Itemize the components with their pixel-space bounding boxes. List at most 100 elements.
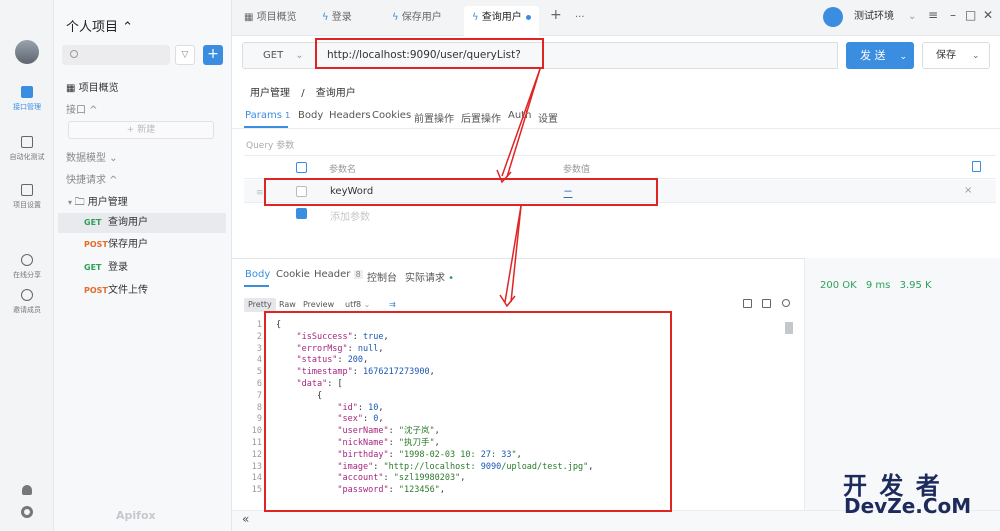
annotation-box	[264, 178, 658, 206]
query-params-label: Query 参数	[246, 141, 295, 151]
watermark: DevZe.CoM	[844, 494, 972, 518]
add-button[interactable]: +	[203, 45, 223, 65]
project-title[interactable]: 个人项目 ⌃	[66, 16, 133, 35]
test-icon	[21, 136, 33, 148]
scrollbar[interactable]	[785, 322, 793, 334]
line-number: 5	[256, 367, 262, 378]
project-sidebar: 个人项目 ⌃ ▽ + ▦ 项目概览 接口 ^ + 新建 数据模型 ⌄ 快捷请求 …	[54, 0, 232, 531]
api-icon	[21, 86, 33, 98]
line-number: 6	[256, 378, 262, 389]
tab-save-user[interactable]: ϟ 保存用户	[392, 8, 442, 28]
col-param-name: 参数名	[329, 165, 357, 175]
tab-pre-ops[interactable]: 前置操作	[414, 110, 454, 125]
method-select[interactable]: GET ⌄	[242, 42, 316, 69]
settings-icon	[21, 184, 33, 196]
filter-button[interactable]: ▽	[175, 45, 195, 65]
sidebar-api-item[interactable]: GET 查询用户	[58, 213, 226, 233]
rail-invite-members[interactable]: 邀请成员	[0, 289, 54, 315]
sidebar-data-models[interactable]: 数据模型 ⌄	[66, 149, 118, 164]
new-param-checkbox[interactable]	[296, 208, 307, 219]
new-tab-button[interactable]: +	[550, 5, 562, 25]
send-button[interactable]: 发 送 ⌄	[846, 42, 914, 69]
grid-icon: ▦	[66, 83, 79, 94]
line-number: 1	[256, 320, 262, 330]
sidebar-overview[interactable]: ▦ 项目概览	[66, 79, 119, 94]
sidebar-quick-requests[interactable]: 快捷请求 ^	[66, 171, 118, 186]
search-icon[interactable]	[782, 299, 790, 307]
sidebar-api-item[interactable]: GET 登录	[58, 258, 226, 278]
format-pretty[interactable]: Pretty	[244, 298, 276, 312]
api-icon: ϟ	[472, 12, 482, 23]
line-number: 7	[256, 390, 262, 401]
bell-icon[interactable]	[22, 485, 32, 495]
tab-body[interactable]: Body	[298, 110, 323, 121]
rail-automation-test[interactable]: 自动化测试	[0, 136, 54, 162]
collapse-icon[interactable]: «	[242, 512, 249, 526]
sidebar-api-item[interactable]: POST文件上传	[58, 281, 226, 301]
search-input[interactable]	[62, 45, 170, 65]
add-param-input[interactable]: 添加参数	[330, 208, 370, 223]
rail-online-share[interactable]: 在线分享	[0, 254, 54, 280]
icon-rail: 接口管理 自动化测试 项目设置 在线分享 邀请成员	[0, 0, 54, 531]
breadcrumb: 用户管理 / 查询用户	[250, 88, 356, 99]
rail-project-settings[interactable]: 项目设置	[0, 184, 54, 210]
format-raw[interactable]: Raw	[275, 298, 300, 312]
refresh-icon[interactable]	[823, 7, 843, 27]
api-icon: ϟ	[392, 12, 402, 23]
tab-project-overview[interactable]: ▦ 项目概览	[244, 8, 297, 28]
more-tabs-button[interactable]: ···	[575, 8, 585, 28]
minimize-button[interactable]: –	[950, 8, 956, 22]
tab-headers[interactable]: Headers	[329, 110, 371, 121]
tab-auth[interactable]: Auth	[508, 110, 531, 121]
format-preview[interactable]: Preview	[299, 298, 338, 312]
search-icon	[70, 50, 78, 58]
line-number: 12	[251, 449, 262, 460]
share-icon	[21, 254, 33, 266]
avatar[interactable]	[15, 40, 39, 64]
line-number: 14	[251, 473, 262, 484]
chevron-down-icon: ⌄	[899, 52, 908, 62]
sidebar-folder[interactable]: ▾ 🗀 用户管理	[68, 193, 128, 212]
select-all-checkbox[interactable]	[296, 162, 307, 173]
active-tab-indicator	[244, 285, 269, 287]
bulk-edit-icon[interactable]	[972, 161, 981, 172]
maximize-button[interactable]: □	[965, 8, 976, 22]
chevron-down-icon: ⌄	[295, 50, 304, 61]
sidebar-interfaces[interactable]: 接口 ^	[66, 101, 98, 116]
response-status: 200 OK 9 ms 3.95 K	[820, 280, 932, 291]
save-button[interactable]: 保存 ⌄	[922, 42, 990, 69]
invite-icon	[21, 289, 33, 301]
new-button[interactable]: + 新建	[68, 121, 214, 139]
sidebar-api-item[interactable]: POST保存用户	[58, 235, 226, 255]
menu-icon[interactable]: ≡	[928, 8, 938, 22]
copy-icon[interactable]	[762, 299, 771, 308]
line-number: 13	[251, 461, 262, 472]
tab-query-user[interactable]: ϟ 查询用户	[464, 6, 539, 36]
resp-tab-cookie[interactable]: Cookie	[276, 269, 310, 280]
drag-handle-icon[interactable]: ≡	[256, 188, 264, 198]
tab-cookies[interactable]: Cookies	[372, 110, 411, 121]
rail-interface-management[interactable]: 接口管理	[0, 86, 54, 112]
download-icon[interactable]	[743, 299, 752, 308]
line-number: 10	[251, 426, 262, 437]
chevron-down-icon: ⌄	[972, 51, 980, 61]
resp-tab-body[interactable]: Body	[245, 269, 270, 280]
tab-settings[interactable]: 设置	[538, 110, 558, 125]
wrap-icon[interactable]: ⇉	[385, 298, 400, 312]
divider	[244, 155, 996, 156]
gear-icon[interactable]	[21, 506, 33, 518]
annotation-box	[315, 38, 544, 69]
tab-params[interactable]: Params 1	[245, 110, 290, 121]
tab-login[interactable]: ϟ 登录	[322, 8, 352, 28]
resp-tab-header[interactable]: Header 8	[314, 269, 363, 280]
col-param-value: 参数值	[563, 165, 591, 175]
delete-param-icon[interactable]: ×	[964, 185, 972, 196]
close-button[interactable]: ✕	[983, 8, 993, 22]
divider	[232, 128, 1000, 129]
folder-icon: 🗀	[74, 197, 85, 208]
env-select[interactable]: 测试环境 ⌄	[850, 7, 920, 27]
resp-tab-actual-request[interactable]: 实际请求 •	[405, 269, 454, 284]
tab-post-ops[interactable]: 后置操作	[461, 110, 501, 125]
resp-tab-console[interactable]: 控制台	[367, 269, 397, 284]
encoding-select[interactable]: utf8 ⌄	[341, 298, 374, 312]
